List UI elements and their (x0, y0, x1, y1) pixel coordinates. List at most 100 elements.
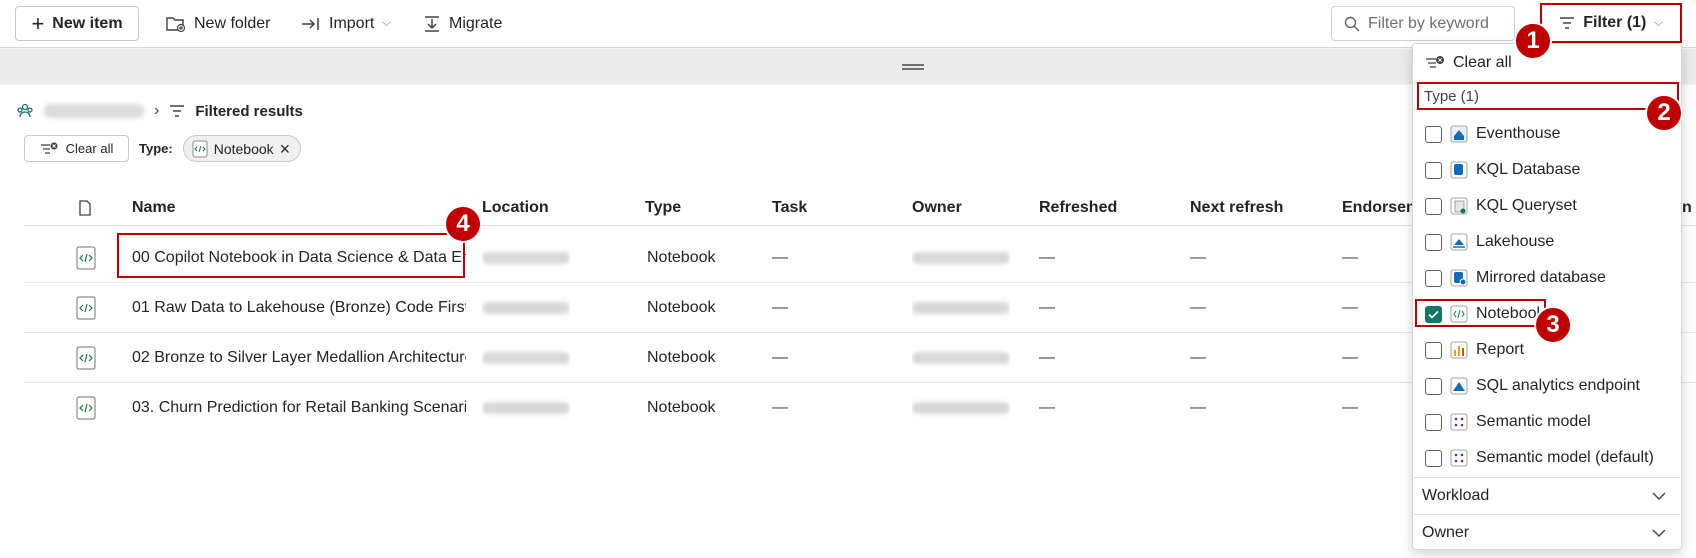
owner-redacted (912, 383, 1010, 433)
item-refreshed: — (1039, 349, 1055, 366)
workload-section[interactable]: Workload (1414, 477, 1680, 513)
type-option-semantic-model-default[interactable]: Semantic model (default) (1425, 442, 1654, 474)
location-redacted (482, 333, 570, 383)
column-header-endorsement[interactable]: Endorsem (1342, 190, 1420, 226)
item-name[interactable]: 03. Churn Prediction for Retail Banking … (132, 383, 466, 433)
workload-label: Workload (1422, 486, 1490, 504)
new-folder-button[interactable]: New folder (166, 6, 270, 41)
migrate-label: Migrate (449, 14, 503, 32)
type-option-report[interactable]: Report (1425, 334, 1524, 366)
option-label: SQL analytics endpoint (1476, 377, 1640, 394)
type-option-kql-queryset[interactable]: KQL Queryset (1425, 190, 1577, 222)
eventhouse-icon (1450, 125, 1468, 143)
panel-clear-all-button[interactable]: Clear all (1425, 48, 1512, 78)
checkbox[interactable] (1425, 233, 1442, 251)
type-option-lakehouse[interactable]: Lakehouse (1425, 226, 1554, 258)
column-header-task[interactable]: Task (772, 190, 807, 226)
type-section-header[interactable]: Type (1) (1417, 82, 1679, 110)
item-endorsement: — (1342, 349, 1358, 366)
annotation-badge-3: 3 (1534, 306, 1572, 344)
filter-icon (170, 105, 185, 117)
type-option-mirrored-database[interactable]: Mirrored database (1425, 262, 1606, 294)
option-label: KQL Database (1476, 161, 1581, 178)
owner-redacted (912, 233, 1010, 283)
migrate-icon (425, 15, 439, 32)
clear-all-filters-button[interactable]: Clear all (24, 135, 129, 162)
option-label: KQL Queryset (1476, 197, 1577, 214)
item-task: — (772, 349, 788, 366)
owner-section[interactable]: Owner (1414, 514, 1680, 550)
active-filters: Clear all Type: Notebook × (24, 135, 302, 162)
item-endorsement: — (1342, 249, 1358, 266)
item-next-refresh: — (1190, 299, 1206, 316)
annotation-badge-1: 1 (1514, 22, 1552, 60)
item-name[interactable]: 01 Raw Data to Lakehouse (Bronze) Code F… (132, 283, 466, 333)
report-icon (1450, 341, 1468, 359)
lakehouse-icon (1450, 233, 1468, 251)
notebook-icon (76, 283, 96, 333)
workspace-name-redacted[interactable] (44, 104, 144, 118)
checkbox[interactable] (1425, 125, 1442, 143)
checkbox[interactable] (1425, 413, 1442, 431)
filter-panel: Clear all Type (1) Eventhouse KQL Databa… (1412, 43, 1682, 550)
checkbox[interactable] (1425, 161, 1442, 179)
item-type: Notebook (647, 299, 716, 316)
checkbox[interactable] (1425, 449, 1442, 467)
drag-handle-icon[interactable] (902, 64, 924, 70)
column-header-overflow[interactable]: n (1682, 190, 1692, 226)
item-endorsement: — (1342, 299, 1358, 316)
filter-button[interactable]: Filter (1) ⌵ (1540, 3, 1682, 43)
option-label: Lakehouse (1476, 233, 1555, 250)
item-type: Notebook (647, 249, 716, 266)
checkbox[interactable] (1425, 197, 1442, 215)
column-header-owner[interactable]: Owner (912, 190, 962, 226)
clear-all-label: Clear all (65, 141, 114, 156)
toolbar: + New item New folder Import ⌵ Migrate F… (0, 0, 1696, 48)
column-header-name[interactable]: Name (132, 190, 176, 226)
new-item-button[interactable]: + New item (15, 6, 139, 41)
item-refreshed: — (1039, 299, 1055, 316)
import-button[interactable]: Import ⌵ (301, 6, 391, 41)
clear-filter-icon (40, 142, 58, 154)
column-header-next-refresh[interactable]: Next refresh (1190, 190, 1283, 226)
search-input[interactable]: Filter by keyword (1331, 6, 1515, 41)
filter-icon (1560, 17, 1575, 29)
owner-redacted (912, 333, 1010, 383)
panel-clear-all-label: Clear all (1453, 54, 1512, 71)
semantic-model-default-icon (1450, 449, 1468, 467)
type-option-eventhouse[interactable]: Eventhouse (1425, 118, 1561, 150)
checkbox[interactable] (1425, 377, 1442, 395)
notebook-icon (76, 383, 96, 433)
item-type: Notebook (647, 349, 716, 366)
migrate-button[interactable]: Migrate (423, 6, 502, 41)
clear-filter-icon (1426, 56, 1444, 68)
item-name[interactable]: 02 Bronze to Silver Layer Medallion Arch… (132, 333, 466, 383)
option-label: Semantic model (1476, 413, 1591, 430)
item-next-refresh: — (1190, 349, 1206, 366)
item-refreshed: — (1039, 399, 1055, 416)
semantic-model-icon (1450, 413, 1468, 431)
owner-label: Owner (1422, 523, 1470, 541)
option-label: Semantic model (default) (1476, 449, 1654, 466)
item-task: — (772, 249, 788, 266)
filter-label: Filter (1) (1583, 14, 1647, 31)
chevron-down-icon: ⌵ (382, 17, 391, 29)
close-icon[interactable]: × (280, 140, 291, 158)
type-option-kql-database[interactable]: KQL Database (1425, 154, 1580, 186)
type-option-semantic-model[interactable]: Semantic model (1425, 406, 1591, 438)
file-type-column-icon (78, 190, 92, 226)
notebook-icon (192, 140, 208, 157)
type-option-sql-analytics-endpoint[interactable]: SQL analytics endpoint (1425, 370, 1640, 402)
notebook-filter-chip[interactable]: Notebook × (182, 135, 302, 162)
notebook-icon (76, 333, 96, 383)
column-header-location[interactable]: Location (482, 190, 549, 226)
new-folder-icon (166, 16, 186, 32)
item-task: — (772, 399, 788, 416)
column-header-refreshed[interactable]: Refreshed (1039, 190, 1117, 226)
item-next-refresh: — (1190, 249, 1206, 266)
notebook-chip-label: Notebook (213, 140, 274, 157)
checkbox[interactable] (1425, 269, 1442, 287)
checkbox[interactable] (1425, 341, 1442, 359)
column-header-type[interactable]: Type (645, 190, 681, 226)
new-item-label: New item (52, 14, 123, 32)
